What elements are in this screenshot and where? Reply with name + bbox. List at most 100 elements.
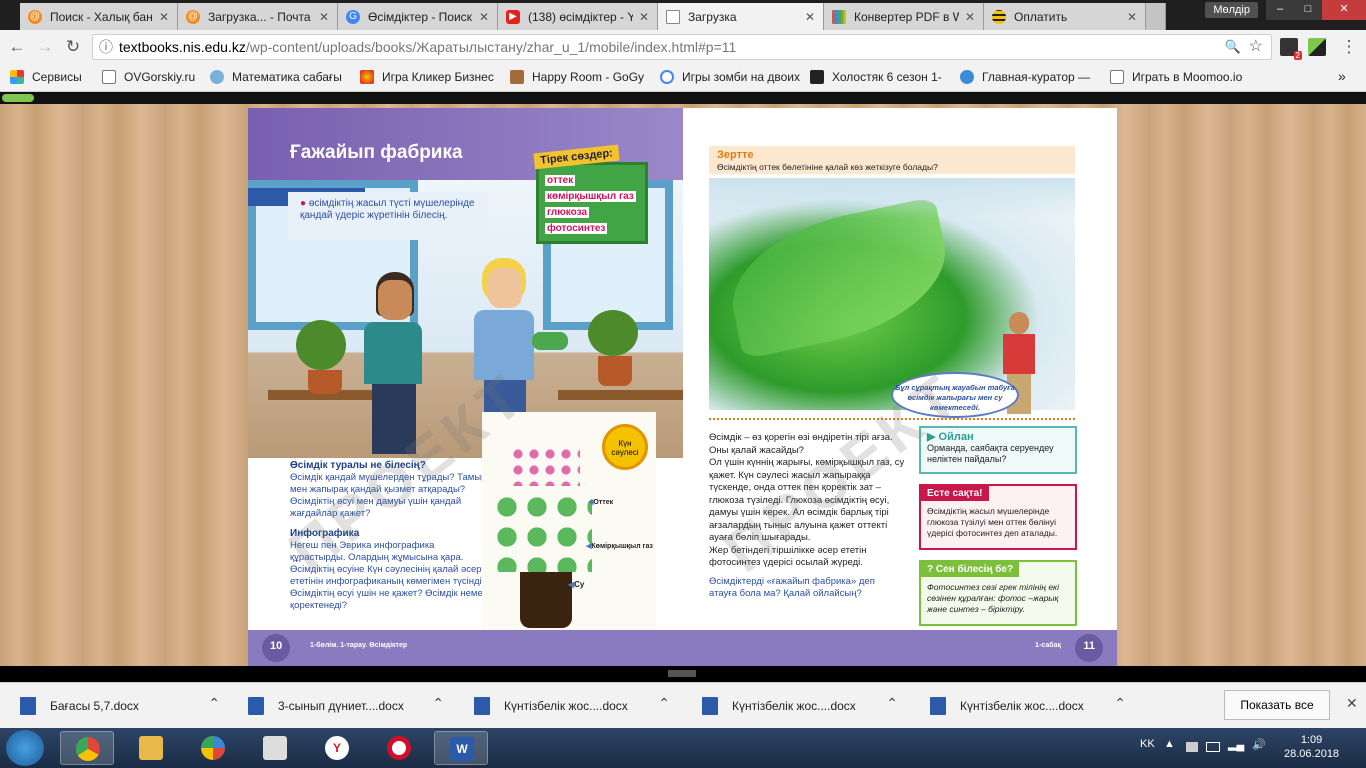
bookmark-moomoo[interactable]: Играть в Moomoo.io [1110, 70, 1242, 84]
ball-icon [201, 736, 225, 760]
taskbar-ball[interactable] [186, 731, 240, 765]
network-icon[interactable]: ▂▄ [1228, 738, 1244, 751]
viewer-top-bar [0, 92, 1366, 104]
clock-date: 28.06.2018 [1284, 748, 1340, 760]
taskbar-chrome[interactable] [60, 731, 114, 765]
close-tab-icon[interactable]: ✕ [159, 10, 169, 24]
chevron-up-icon[interactable]: ⌃ [658, 695, 670, 712]
bookmarks-bar: Сервисы OVGorskiy.ru Математика сабағы И… [0, 64, 1366, 92]
tab-3[interactable]: G Өсімдіктер - Поиск ✕ [338, 3, 498, 30]
bilesing-box: ? Сен білесің бе? Фотосинтез сөзі грек т… [919, 560, 1077, 626]
arrow-oxygen-label: ◀Оттек [588, 499, 614, 506]
back-button[interactable]: ← [6, 36, 28, 58]
infographic-plant: Күн сәулесі ◀Оттек ◀Көмірқышқыл газ ◀Су [482, 412, 656, 638]
tab-4[interactable]: ▶ (138) өсімдіктер - Y ✕ [498, 3, 658, 30]
chevron-up-icon[interactable]: ⌃ [1114, 695, 1126, 712]
word-doc-icon [474, 697, 490, 715]
clock[interactable]: 1:09 28.06.2018 [1284, 733, 1339, 761]
flowers [510, 446, 580, 486]
page-icon [102, 70, 116, 84]
new-tab-button[interactable] [1146, 3, 1166, 30]
page-left[interactable]: Ғажайып фабрика Сен ● өсімдіктің жасыл т… [248, 108, 683, 666]
page-title: Ғажайып фабрика [290, 142, 463, 163]
tab-6[interactable]: Конвертер PDF в W ✕ [824, 3, 984, 30]
download-item[interactable]: Бағасы 5,7.docx ⌃ [20, 683, 220, 729]
chevron-up-icon[interactable]: ⌃ [208, 695, 220, 712]
close-tab-icon[interactable]: ✕ [805, 10, 815, 24]
keyword: фотосинтез [545, 223, 608, 234]
viewer-logo[interactable] [2, 94, 34, 102]
download-item[interactable]: Күнтізбелік жос....docx ⌃ [702, 683, 898, 729]
menu-icon[interactable]: ⋮ [1338, 36, 1360, 58]
close-downloads-button[interactable]: ✕ [1346, 695, 1358, 712]
minimize-button[interactable]: – [1266, 0, 1294, 20]
taskbar-video[interactable] [248, 731, 302, 765]
bullet-icon: ● [300, 198, 309, 209]
extension-icon[interactable]: 2 [1280, 38, 1302, 60]
info-icon[interactable]: ⓘ [99, 35, 113, 59]
chevron-up-icon[interactable]: ⌃ [886, 695, 898, 712]
tab-5-active[interactable]: Загрузка ✕ [658, 3, 824, 30]
address-bar[interactable]: ⓘ textbooks.nis.edu.kz/wp-content/upload… [92, 34, 1272, 60]
bookmark-services[interactable]: Сервисы [10, 70, 82, 84]
download-item[interactable]: 3-сынып дүниет....docx ⌃ [248, 683, 444, 729]
close-tab-icon[interactable]: ✕ [1127, 10, 1137, 24]
monitor-icon[interactable] [1206, 742, 1220, 752]
tab-favicon-icon: @ [28, 9, 42, 24]
extension-badge: 2 [1293, 51, 1302, 60]
tab-7[interactable]: Оплатить ✕ [984, 3, 1146, 30]
bookmark-matematika[interactable]: Математика сабағы [210, 70, 342, 84]
taskbar-opera[interactable] [372, 731, 426, 765]
zoom-icon[interactable]: 🔍 [1225, 35, 1241, 59]
word-icon: W [450, 737, 474, 761]
chevron-up-icon[interactable]: ⌃ [432, 695, 444, 712]
tab-2[interactable]: @ Загрузка... - Почта ✕ [178, 3, 338, 30]
leaf-photo [709, 178, 1075, 414]
close-tab-icon[interactable]: ✕ [319, 10, 329, 24]
start-button[interactable] [6, 730, 44, 766]
language-indicator[interactable]: KK [1140, 738, 1155, 750]
bookmark-happyroom[interactable]: Happy Room - GoGy [510, 70, 644, 84]
bookmark-zombie[interactable]: Игры зомби на двоих [660, 70, 800, 84]
close-tab-icon[interactable]: ✕ [479, 10, 489, 24]
apps-icon [10, 70, 24, 84]
bookmark-ovgorskiy[interactable]: OVGorskiy.ru [102, 70, 195, 84]
extension-2-icon[interactable] [1308, 38, 1326, 56]
tray-arrow-icon[interactable]: ▲ [1164, 738, 1175, 750]
bookmark-kurator[interactable]: Главная-куратор — [960, 70, 1090, 84]
bookmarks-overflow-button[interactable]: » [1338, 68, 1346, 84]
bookmark-kliker[interactable]: Игра Кликер Бизнес [360, 70, 494, 84]
taskbar-explorer[interactable] [124, 731, 178, 765]
pot [520, 572, 572, 628]
zertte-box: Зертте Өсімдіктің оттек бөлетініне қалай… [709, 146, 1075, 174]
volume-icon[interactable]: 🔊 [1252, 738, 1266, 751]
globe-icon [210, 70, 224, 84]
taskbar-yandex[interactable]: Y [310, 731, 364, 765]
google-icon [660, 70, 674, 84]
arrow-co2-label: ◀Көмірқышқыл газ [586, 543, 653, 550]
page-right[interactable]: Зертте Өсімдіктің оттек бөлетініне қалай… [683, 108, 1117, 666]
tab-1[interactable]: @ Поиск - Халық бан ✕ [20, 3, 178, 30]
bookmark-star-icon[interactable]: ☆ [1249, 35, 1263, 59]
show-all-downloads-button[interactable]: Показать все [1224, 690, 1330, 720]
taskbar-word[interactable]: W [434, 731, 488, 765]
arrow-water-label: ◀Су [568, 580, 585, 589]
profile-name[interactable]: Мөлдір [1205, 2, 1258, 18]
question-icon: ? [927, 564, 936, 575]
download-item[interactable]: Күнтізбелік жос....docx ⌃ [474, 683, 670, 729]
maximize-button[interactable]: □ [1294, 0, 1322, 20]
reload-button[interactable]: ↻ [62, 36, 84, 58]
flag-icon[interactable] [1186, 742, 1198, 752]
bookmark-kholostyak[interactable]: Холостяк 6 сезон 1- [810, 70, 942, 84]
scroll-thumb[interactable] [668, 670, 696, 677]
converter-icon [832, 9, 846, 24]
google-icon: G [346, 9, 360, 24]
forward-button[interactable]: → [34, 36, 56, 58]
close-tab-icon[interactable]: ✕ [965, 10, 975, 24]
download-item[interactable]: Күнтізбелік жос....docx ⌃ [930, 683, 1126, 729]
close-window-button[interactable]: ✕ [1322, 0, 1366, 20]
page-number: 10 [270, 640, 283, 652]
zertte-question: Өсімдіктің оттек бөлетініне қалай көз же… [717, 162, 938, 172]
close-tab-icon[interactable]: ✕ [639, 10, 649, 24]
clock-time: 1:09 [1300, 734, 1323, 746]
